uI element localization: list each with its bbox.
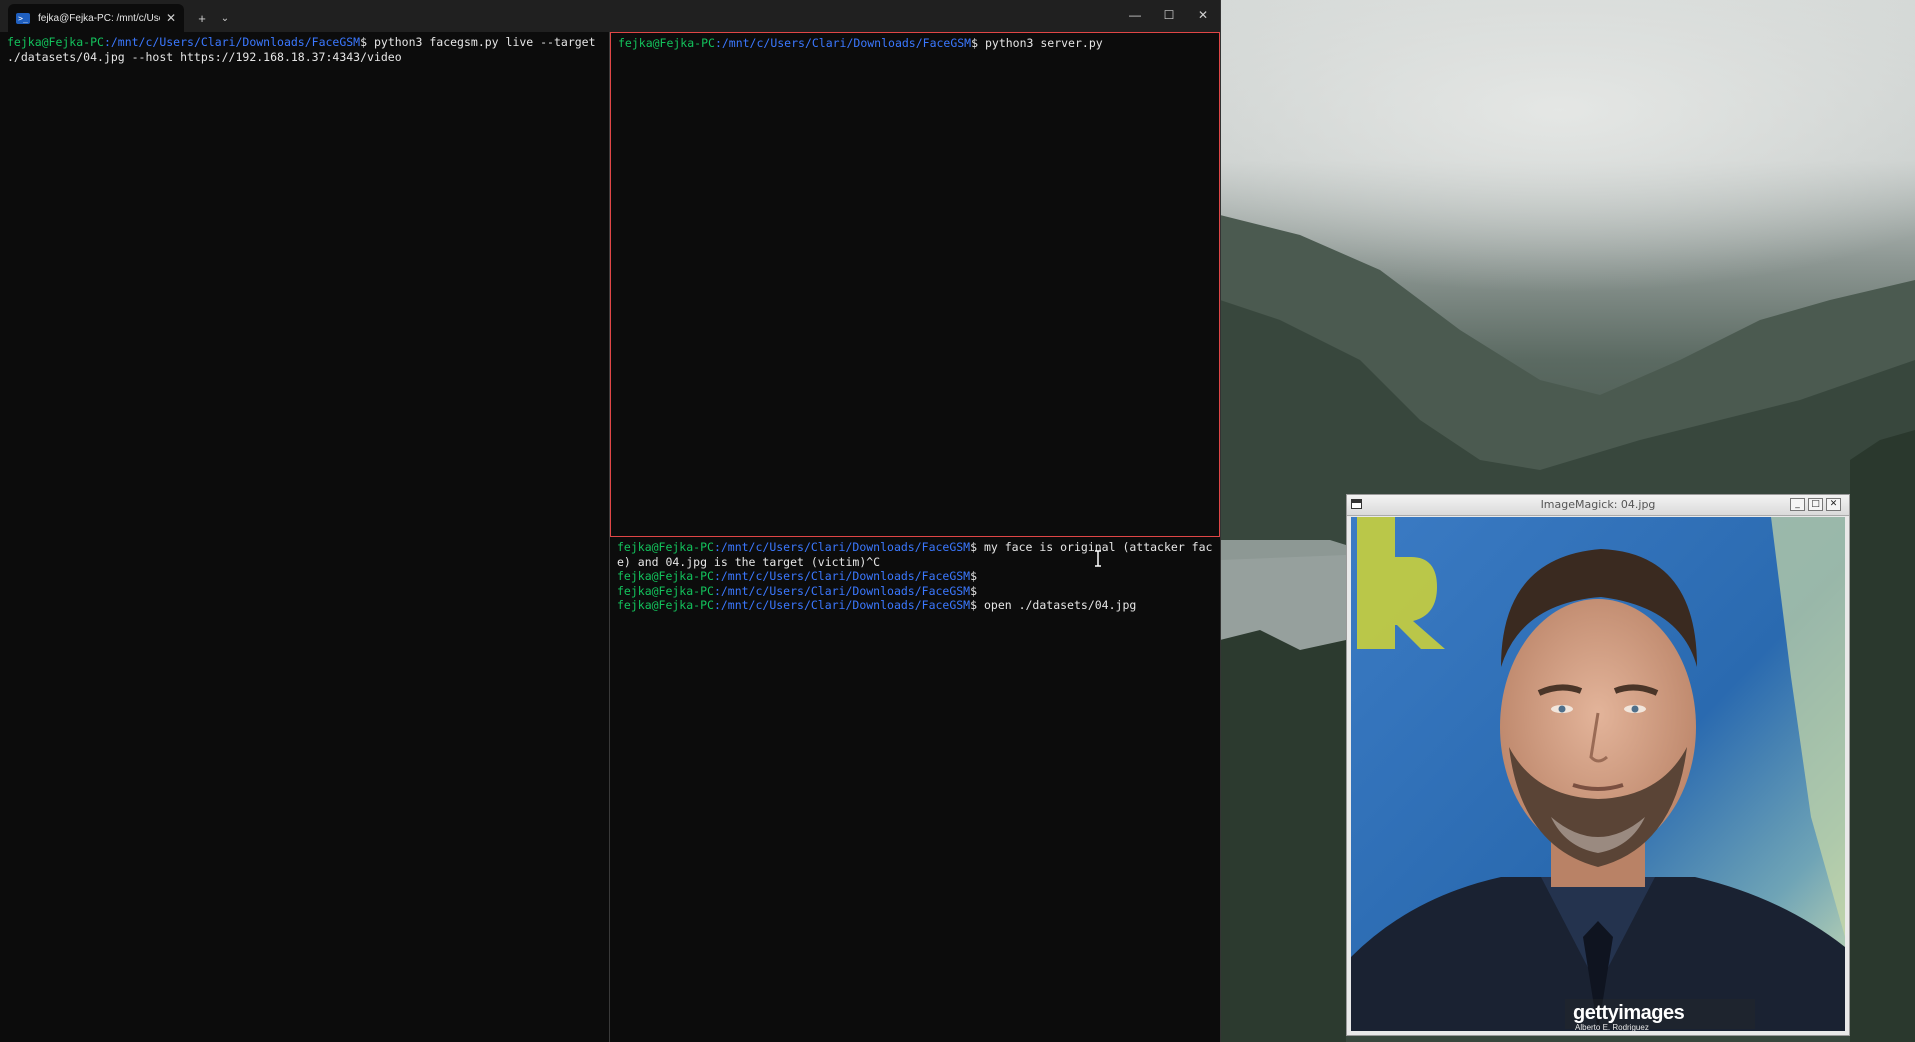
watermark-logo: gettyimages: [1573, 1002, 1685, 1024]
terminal-line: fejka@Fejka-PC:/mnt/c/Users/Clari/Downlo…: [617, 598, 1137, 612]
minimize-button[interactable]: _: [1790, 498, 1805, 511]
window-controls: — ☐ ✕: [1118, 0, 1220, 30]
maximize-button[interactable]: ☐: [1152, 0, 1186, 30]
close-button[interactable]: ✕: [1826, 498, 1841, 511]
terminal-line: fejka@Fejka-PC:/mnt/c/Users/Clari/Downlo…: [7, 35, 603, 64]
terminal-tab[interactable]: >_ fejka@Fejka-PC: /mnt/c/Users ✕: [8, 4, 184, 32]
new-tab-button[interactable]: +: [188, 4, 216, 32]
terminal-line: fejka@Fejka-PC:/mnt/c/Users/Clari/Downlo…: [618, 36, 1103, 50]
displayed-image[interactable]: gettyimages Alberto E. Rodriguez: [1351, 517, 1845, 1031]
photo-credit: Alberto E. Rodriguez: [1575, 1023, 1649, 1031]
imagemagick-title: ImageMagick: 04.jpg: [1540, 498, 1656, 511]
minimize-button[interactable]: —: [1118, 0, 1152, 30]
imagemagick-window: ImageMagick: 04.jpg _ □ ✕ gettyimages Al…: [1346, 494, 1850, 1036]
terminal-window: >_ fejka@Fejka-PC: /mnt/c/Users ✕ + ⌄ — …: [0, 0, 1221, 1042]
imagemagick-titlebar[interactable]: ImageMagick: 04.jpg _ □ ✕: [1347, 495, 1849, 516]
terminal-line: fejka@Fejka-PC:/mnt/c/Users/Clari/Downlo…: [617, 540, 1213, 569]
getty-images-watermark: gettyimages Alberto E. Rodriguez: [1565, 999, 1755, 1031]
terminal-pane-left[interactable]: fejka@Fejka-PC:/mnt/c/Users/Clari/Downlo…: [0, 32, 610, 1042]
text-cursor-icon: [1095, 550, 1101, 567]
terminal-pane-bottom-right[interactable]: fejka@Fejka-PC:/mnt/c/Users/Clari/Downlo…: [610, 537, 1220, 1042]
terminal-line: fejka@Fejka-PC:/mnt/c/Users/Clari/Downlo…: [617, 569, 978, 583]
chevron-down-icon[interactable]: ⌄: [216, 4, 234, 32]
close-window-button[interactable]: ✕: [1186, 0, 1220, 30]
close-tab-icon[interactable]: ✕: [166, 11, 176, 25]
tab-title: fejka@Fejka-PC: /mnt/c/Users: [38, 12, 160, 24]
maximize-button[interactable]: □: [1808, 498, 1823, 511]
terminal-icon: >_: [16, 12, 30, 24]
terminal-line: fejka@Fejka-PC:/mnt/c/Users/Clari/Downlo…: [617, 583, 978, 598]
terminal-titlebar: >_ fejka@Fejka-PC: /mnt/c/Users ✕ + ⌄ — …: [0, 0, 1220, 32]
portrait-photo: [1351, 517, 1845, 1031]
terminal-pane-top-right[interactable]: fejka@Fejka-PC:/mnt/c/Users/Clari/Downlo…: [610, 32, 1220, 537]
